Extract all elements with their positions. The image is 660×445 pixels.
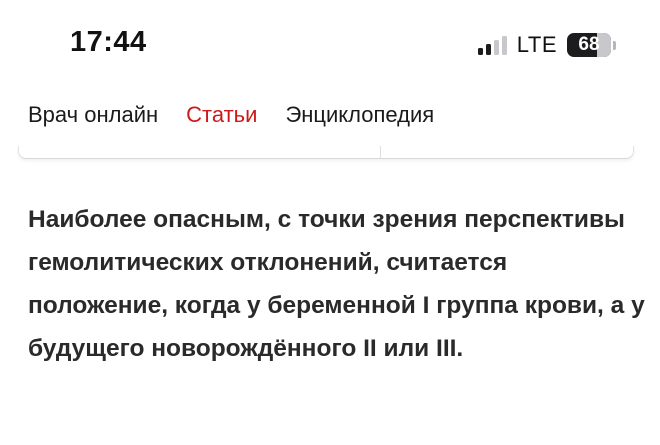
phone-screen: 17:44 LTE 68 Врач онлайн Статьи Энциклоп… (0, 0, 660, 445)
card-divider (380, 146, 381, 158)
battery-icon: 68 (567, 33, 616, 57)
signal-bar-1 (477, 48, 483, 55)
battery-body: 68 (567, 33, 611, 57)
nav-item-encyclopedia[interactable]: Энциклопедия (285, 102, 434, 128)
status-indicators: LTE 68 (477, 30, 616, 60)
nav-item-articles[interactable]: Статьи (186, 102, 257, 128)
status-bar: 17:44 LTE 68 (0, 0, 660, 88)
signal-bar-4 (501, 36, 507, 55)
network-type-label: LTE (516, 32, 557, 57)
section-nav: Врач онлайн Статьи Энциклопедия (28, 102, 434, 128)
article-paragraph: Наиболее опасным, с точки зрения перспек… (28, 206, 645, 362)
battery-cap (613, 40, 616, 50)
status-time: 17:44 (70, 26, 147, 58)
signal-bar-3 (493, 40, 499, 55)
nav-item-doctor-online[interactable]: Врач онлайн (28, 102, 158, 128)
cellular-signal-icon (477, 35, 507, 55)
signal-bar-2 (485, 44, 491, 55)
card-bottom-edge (18, 146, 634, 159)
battery-percentage: 68 (578, 34, 600, 55)
